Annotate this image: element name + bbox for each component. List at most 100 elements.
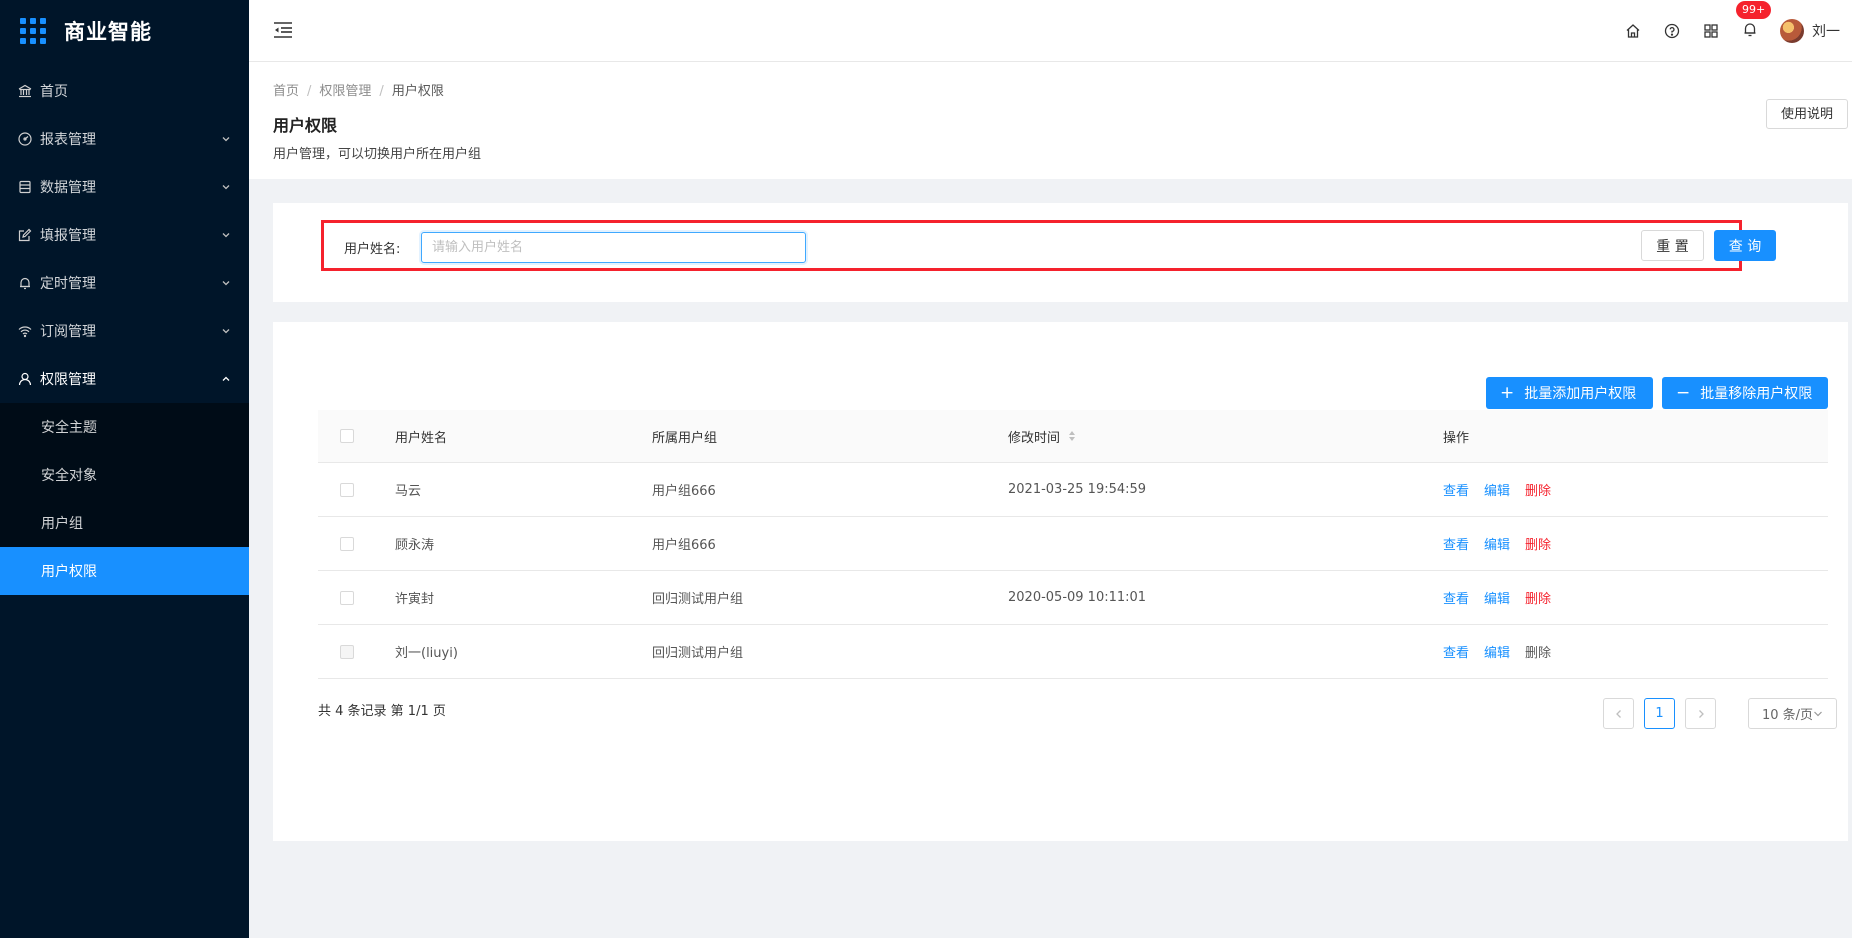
user-name[interactable]: 刘一 <box>1812 21 1840 41</box>
row-checkbox[interactable] <box>340 482 354 497</box>
minus-icon: − <box>1676 382 1691 403</box>
page-number-button[interactable]: 1 <box>1644 698 1675 729</box>
sidebar-item-label: 用户权限 <box>41 564 97 580</box>
sidebar-item-data[interactable]: 数据管理 <box>0 163 249 211</box>
delete-link[interactable]: 删除 <box>1525 480 1551 499</box>
breadcrumb-separator: / <box>307 84 312 99</box>
breadcrumb-current: 用户权限 <box>391 84 444 99</box>
row-checkbox[interactable] <box>340 536 354 551</box>
reset-button[interactable]: 重 置 <box>1641 230 1704 261</box>
view-link[interactable]: 查看 <box>1443 480 1469 499</box>
cell-modified-time: 2020-05-09 10:11:01 <box>1008 590 1147 605</box>
next-page-button[interactable] <box>1685 698 1716 729</box>
sidebar-item-reports[interactable]: 报表管理 <box>0 115 249 163</box>
cell-operations: 查看 编辑 删除 <box>1443 571 1566 624</box>
chevron-down-icon <box>221 132 231 148</box>
edit-link[interactable]: 编辑 <box>1484 588 1510 607</box>
brand-name: 商业智能 <box>64 20 152 44</box>
user-icon <box>18 372 40 386</box>
sidebar-item-label: 安全对象 <box>41 468 97 484</box>
notification-bell[interactable]: 99+ <box>1736 1 1772 41</box>
batch-add-permission-button[interactable]: + 批量添加用户权限 <box>1486 377 1653 409</box>
edit-link[interactable]: 编辑 <box>1484 642 1510 661</box>
prev-page-button[interactable] <box>1603 698 1634 729</box>
sidebar-item-label: 订阅管理 <box>40 324 96 340</box>
page-title: 用户权限 <box>273 116 338 135</box>
search-form: 用户姓名: 重 置 查 询 <box>321 220 1776 271</box>
select-all-checkbox[interactable] <box>340 429 354 443</box>
table-row: 马云 用户组666 2021-03-25 19:54:59 查看 编辑 删除 <box>318 463 1828 517</box>
edit-link[interactable]: 编辑 <box>1484 534 1510 553</box>
brand[interactable]: 商业智能 <box>0 0 249 62</box>
help-circle-icon[interactable] <box>1664 23 1680 39</box>
apps-grid-icon[interactable] <box>1703 23 1719 39</box>
cell-user-group: 用户组666 <box>652 484 716 499</box>
cell-modified-time: 2021-03-25 19:54:59 <box>1008 482 1147 497</box>
grid-logo-icon <box>20 18 46 44</box>
breadcrumb: 首页 / 权限管理 / 用户权限 <box>273 80 444 99</box>
sidebar-item-label: 首页 <box>40 84 68 100</box>
sidebar-item-schedule[interactable]: 定时管理 <box>0 259 249 307</box>
user-name-search-input[interactable] <box>421 232 806 263</box>
database-icon <box>18 180 40 194</box>
breadcrumb-permissions[interactable]: 权限管理 <box>319 84 371 99</box>
query-button[interactable]: 查 询 <box>1714 230 1776 261</box>
table-row: 刘一(liuyi) 回归测试用户组 查看 编辑 删除 <box>318 625 1828 679</box>
column-header-time[interactable]: 修改时间 <box>1008 410 1076 462</box>
sidebar-subitem-security-topic[interactable]: 安全主题 <box>0 403 249 451</box>
permissions-submenu: 安全主题 安全对象 用户组 用户权限 <box>0 403 249 595</box>
cell-operations: 查看 编辑 删除 <box>1443 517 1566 570</box>
search-card: 用户姓名: 重 置 查 询 <box>273 203 1848 302</box>
edit-link[interactable]: 编辑 <box>1484 480 1510 499</box>
page-size-select[interactable]: 10 条/页 <box>1748 698 1837 729</box>
user-permission-table: 用户姓名 所属用户组 修改时间 操作 马云 用户组666 2021-03-25 … <box>318 410 1828 679</box>
sidebar-item-label: 填报管理 <box>40 228 96 244</box>
sidebar-subitem-security-object[interactable]: 安全对象 <box>0 451 249 499</box>
row-checkbox[interactable] <box>340 590 354 605</box>
cell-operations: 查看 编辑 删除 <box>1443 625 1566 678</box>
sidebar-item-permissions[interactable]: 权限管理 <box>0 355 249 403</box>
chevron-down-icon <box>221 228 231 244</box>
sidebar-item-subscribe[interactable]: 订阅管理 <box>0 307 249 355</box>
chevron-down-icon <box>221 180 231 196</box>
batch-remove-permission-button[interactable]: − 批量移除用户权限 <box>1662 377 1828 409</box>
usage-guide-button[interactable]: 使用说明 <box>1765 99 1848 129</box>
plus-icon: + <box>1500 382 1515 403</box>
batch-remove-label: 批量移除用户权限 <box>1700 386 1813 402</box>
sidebar-item-label: 安全主题 <box>41 420 97 436</box>
breadcrumb-home[interactable]: 首页 <box>273 84 299 99</box>
sidebar-subitem-user-permission[interactable]: 用户权限 <box>0 547 249 595</box>
view-link[interactable]: 查看 <box>1443 588 1469 607</box>
cell-user-name: 马云 <box>395 484 422 499</box>
batch-add-label: 批量添加用户权限 <box>1524 386 1637 402</box>
chevron-down-icon <box>221 324 231 340</box>
view-link[interactable]: 查看 <box>1443 642 1469 661</box>
cell-user-group: 回归测试用户组 <box>652 592 744 607</box>
sidebar-item-home[interactable]: 首页 <box>0 67 249 115</box>
sidebar: 商业智能 首页 报表管理 数据管理 填报管理 定时管理 订阅管理 权限管理 安全… <box>0 0 249 938</box>
delete-link[interactable]: 删除 <box>1525 534 1551 553</box>
home-icon[interactable] <box>1625 23 1641 39</box>
cell-user-group: 用户组666 <box>652 538 716 553</box>
sort-icon[interactable] <box>1068 430 1076 442</box>
avatar[interactable] <box>1780 19 1804 43</box>
delete-link-disabled: 删除 <box>1525 646 1552 661</box>
page-size-value: 10 条/页 <box>1761 708 1814 723</box>
sidebar-subitem-user-group[interactable]: 用户组 <box>0 499 249 547</box>
pagination-total: 共 4 条记录 第 1/1 页 <box>318 704 446 719</box>
table-row: 许寅封 回归测试用户组 2020-05-09 10:11:01 查看 编辑 删除 <box>318 571 1828 625</box>
sidebar-item-label: 数据管理 <box>40 180 96 196</box>
chevron-up-icon <box>221 372 231 388</box>
top-header: 99+ 刘一 <box>249 0 1852 62</box>
cell-user-name: 顾永涛 <box>395 538 435 553</box>
bank-icon <box>18 84 40 98</box>
menu-fold-icon[interactable] <box>273 21 293 43</box>
sidebar-item-label: 报表管理 <box>40 132 96 148</box>
column-header-name: 用户姓名 <box>395 430 448 446</box>
wifi-icon <box>18 324 40 338</box>
view-link[interactable]: 查看 <box>1443 534 1469 553</box>
sidebar-item-fill[interactable]: 填报管理 <box>0 211 249 259</box>
table-card: + 批量添加用户权限 − 批量移除用户权限 用户姓名 所属用户组 修改时间 操作… <box>273 322 1848 841</box>
pagination: 1 10 条/页 <box>1603 698 1837 729</box>
delete-link[interactable]: 删除 <box>1525 588 1551 607</box>
